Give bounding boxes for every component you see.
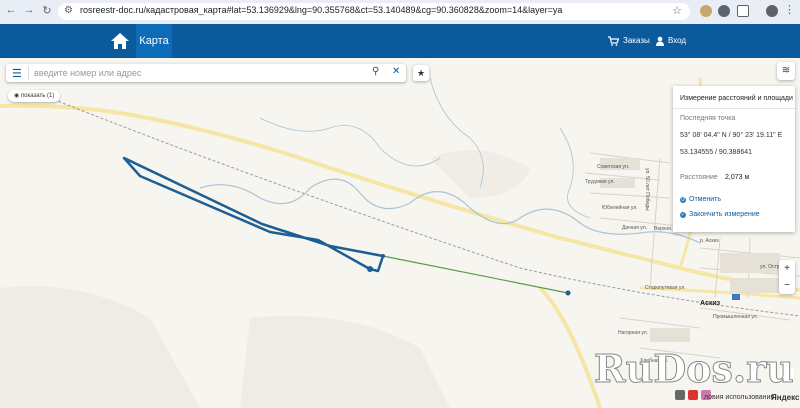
- layers-icon[interactable]: ≋: [777, 62, 795, 80]
- extension-icon[interactable]: [718, 5, 730, 17]
- back-icon[interactable]: ←: [4, 4, 18, 16]
- last-point-label: Последняя точка: [680, 115, 736, 122]
- search-icon[interactable]: ⚲: [372, 66, 379, 77]
- search-input[interactable]: [34, 66, 364, 80]
- street-label: Нагорная ул.: [618, 330, 649, 336]
- zoom-control: + −: [779, 260, 795, 294]
- street-label: Верхня..: [654, 226, 674, 232]
- search-divider: [28, 66, 29, 80]
- finish-measure-button[interactable]: ✓ Закончить измерение: [680, 211, 760, 218]
- cancel-button[interactable]: ↺ Отменить: [680, 196, 721, 203]
- street-label: р. Аскиз: [700, 238, 719, 244]
- profile-avatar-icon[interactable]: [766, 5, 778, 17]
- cart-icon: [608, 36, 619, 46]
- browser-toolbar: ← → ↻ ⚙ rosreestr-doc.ru/кадастровая_кар…: [0, 0, 800, 25]
- reload-icon[interactable]: ↻: [40, 4, 54, 17]
- extension-icon[interactable]: [700, 5, 712, 17]
- zoom-in-button[interactable]: +: [779, 260, 795, 277]
- street-label: Юбилейная ул.: [602, 205, 638, 211]
- finish-label: Закончить измерение: [689, 211, 760, 218]
- search-bar: ☰ ⚲ ✕: [6, 64, 406, 82]
- distance-label: Расстояние: [680, 174, 718, 181]
- measure-panel-title: Измерение расстояний и площади: [680, 95, 793, 102]
- last-point-dms: 53° 08' 04.4" N / 90° 23' 19.11" E: [680, 132, 783, 139]
- site-header: Карта Заказы Вход: [0, 24, 800, 58]
- check-icon: ✓: [680, 211, 686, 218]
- close-icon[interactable]: ✕: [392, 66, 400, 77]
- orders-link[interactable]: Заказы: [608, 24, 650, 58]
- favorites-star-icon[interactable]: ★: [413, 65, 429, 81]
- watermark-text: RuDos.ru: [594, 346, 795, 392]
- extensions-puzzle-icon[interactable]: [737, 5, 749, 17]
- street-label: Советская ул.: [597, 164, 630, 170]
- street-label: Трудовая ул.: [585, 179, 615, 185]
- undo-icon: ↺: [680, 196, 686, 203]
- user-icon: [656, 36, 664, 46]
- login-label: Вход: [668, 36, 687, 45]
- distance-value: 2,073 м: [725, 174, 750, 181]
- orders-label: Заказы: [623, 36, 650, 45]
- panel-divider: [673, 108, 795, 109]
- home-icon[interactable]: [110, 31, 130, 51]
- watermark: RuDos.ru: [588, 346, 795, 396]
- bookmark-star-icon[interactable]: ☆: [672, 4, 682, 17]
- site-info-icon[interactable]: ⚙: [64, 5, 73, 16]
- map-canvas[interactable]: Советская ул. Трудовая ул. Юбилейная ул.…: [0, 58, 800, 408]
- tab-map[interactable]: Карта: [136, 24, 172, 58]
- cancel-label: Отменить: [689, 196, 721, 203]
- street-label: Промышленная ул.: [713, 314, 758, 320]
- street-label: ул. 50 лет Победы: [644, 168, 650, 211]
- street-label: Старопутевая ул.: [645, 285, 686, 291]
- menu-icon[interactable]: ☰: [12, 67, 22, 80]
- street-label: Дачная ул.: [622, 225, 647, 231]
- last-point-decimal: 53.134555 / 90.388641: [680, 149, 753, 156]
- town-label: Аскиз: [700, 300, 721, 307]
- eye-icon: ◉: [14, 93, 20, 99]
- address-bar[interactable]: ⚙ rosreestr-doc.ru/кадастровая_карта#lat…: [58, 3, 690, 20]
- zoom-out-button[interactable]: −: [779, 277, 795, 294]
- login-link[interactable]: Вход: [656, 24, 686, 58]
- url-text[interactable]: rosreestr-doc.ru/кадастровая_карта#lat=5…: [80, 5, 562, 15]
- measure-panel: Измерение расстояний и площади Последняя…: [673, 86, 795, 232]
- show-button-label: показать (1): [20, 93, 55, 99]
- show-button[interactable]: ◉ показать (1): [8, 90, 61, 102]
- browser-menu-icon[interactable]: ⋮: [784, 3, 796, 16]
- forward-icon[interactable]: →: [22, 4, 36, 16]
